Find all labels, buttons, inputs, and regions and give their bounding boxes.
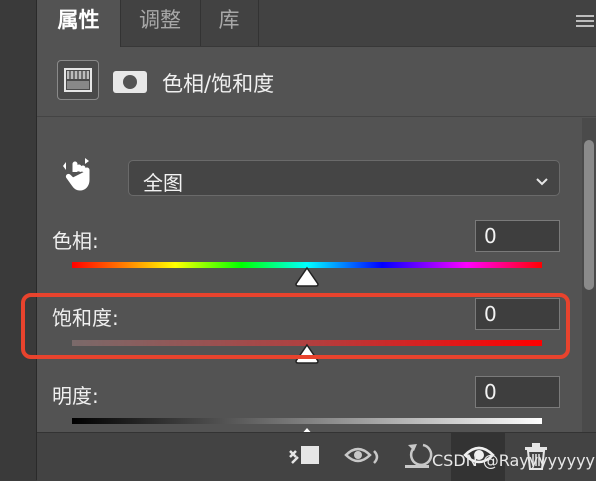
panel-bottom-toolbar: CSDN @Rayyyyyyyy xyxy=(37,432,596,481)
properties-panel: 属性 调整 库 色相/饱和度 全图 色相: 0 饱和度: 0 明度: 0 CSD… xyxy=(21,0,596,481)
panel-header: 色相/饱和度 xyxy=(37,46,596,117)
watermark-text: CSDN @Rayyyyyyyy xyxy=(432,451,596,470)
hue-label: 色相: xyxy=(52,229,99,253)
panel-menu-icon[interactable] xyxy=(576,12,594,30)
preset-dropdown[interactable]: 全图 xyxy=(128,160,560,196)
targeted-adjustment-hand-icon[interactable] xyxy=(63,158,97,198)
layer-mask-icon[interactable] xyxy=(113,71,147,93)
chevron-down-icon xyxy=(535,172,549,191)
lightness-input[interactable]: 0 xyxy=(475,376,560,408)
tab-bar: 属性 调整 库 xyxy=(37,0,596,47)
scrollbar-thumb[interactable] xyxy=(584,140,594,290)
hue-input[interactable]: 0 xyxy=(475,220,560,252)
hue-slider-thumb[interactable] xyxy=(294,266,320,287)
panel-title: 色相/饱和度 xyxy=(162,72,275,96)
saturation-highlight-annotation xyxy=(21,293,570,359)
tab-properties[interactable]: 属性 xyxy=(37,0,121,47)
lightness-label: 明度: xyxy=(52,384,99,408)
left-panel-strip xyxy=(0,0,37,480)
tab-libraries[interactable]: 库 xyxy=(200,0,259,46)
preset-value: 全图 xyxy=(143,171,183,195)
tab-adjustments[interactable]: 调整 xyxy=(120,0,201,46)
clip-to-layer-icon[interactable] xyxy=(284,443,324,475)
adjustment-layer-icon[interactable] xyxy=(57,60,99,100)
view-previous-state-icon[interactable] xyxy=(344,443,384,475)
